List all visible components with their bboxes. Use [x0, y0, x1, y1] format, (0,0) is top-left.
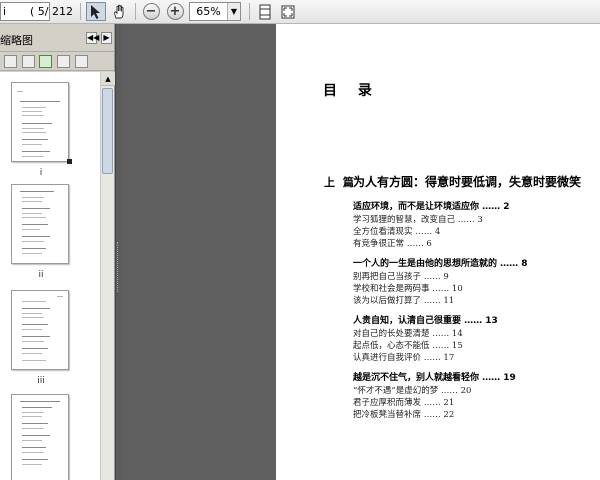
- toc-entry[interactable]: 对自己的长处要清楚 …… 14: [353, 327, 498, 339]
- toc-entry[interactable]: 学习狐狸的智慧，改变自己 …… 3: [353, 213, 510, 225]
- part-label: 上 篇: [324, 176, 356, 189]
- toolbar-separator: [249, 3, 250, 20]
- toc-entry[interactable]: “怀才不遇”是虚幻的梦 …… 20: [353, 384, 516, 396]
- thumbnail-scrollbar[interactable]: ▲: [100, 72, 115, 480]
- fit-page-button[interactable]: [255, 2, 275, 21]
- toc-entry[interactable]: 该为以后做打算了 …… 11: [353, 294, 528, 306]
- toc-section: 人贵自知，认清自己很重要 …… 13 对自己的长处要清楚 …… 14 起点低，心…: [353, 313, 498, 363]
- toc-section: 一个人的一生是由他的思想所造就的 …… 8 别再把自己当孩子 …… 9 学校和社…: [353, 256, 528, 306]
- zoom-select[interactable]: 65% ▼: [189, 2, 241, 21]
- fullscreen-icon: [281, 5, 295, 18]
- toc-section-title[interactable]: 人贵自知，认清自己很重要 …… 13: [353, 313, 498, 327]
- page-thumbnail[interactable]: [11, 394, 69, 480]
- scroll-up-icon[interactable]: ▲: [101, 72, 115, 86]
- toc-entry[interactable]: 把冷板凳当替补席 …… 22: [353, 408, 516, 420]
- print-page-icon[interactable]: [57, 55, 70, 68]
- toc-entry[interactable]: 学校和社会是两码事 …… 10: [353, 282, 528, 294]
- page-thumbnail[interactable]: [11, 290, 69, 370]
- page-thumbnail[interactable]: [11, 82, 69, 162]
- thumbnail-label: iii: [37, 376, 45, 386]
- toc-entry[interactable]: 认真进行自我评价 …… 17: [353, 351, 498, 363]
- thumbnail-options-icon[interactable]: [4, 55, 17, 68]
- thumbnail-list: i ii iii: [0, 72, 100, 480]
- toc-section: 适应环境，而不是让环境适应你 …… 2 学习狐狸的智慧，改变自己 …… 3 全方…: [353, 199, 510, 249]
- fullscreen-button[interactable]: [278, 2, 298, 21]
- page-number-value: i: [3, 5, 7, 18]
- hand-tool-button[interactable]: [110, 2, 130, 21]
- toc-entry[interactable]: 全方位看清现实 …… 4: [353, 225, 510, 237]
- toolbar-separator: [135, 3, 136, 20]
- scrollbar-thumb[interactable]: [102, 88, 113, 174]
- sidebar-collapse-button[interactable]: ◀◀: [86, 32, 99, 44]
- delete-page-icon[interactable]: [22, 55, 35, 68]
- part-title: 为人有方圆：得意时要低调，失意时要微笑: [353, 175, 582, 189]
- page-thumbnail[interactable]: [11, 184, 69, 264]
- toc-entry[interactable]: 别再把自己当孩子 …… 9: [353, 270, 528, 282]
- chevron-down-icon[interactable]: ▼: [227, 3, 240, 20]
- zoom-out-icon: −: [142, 3, 160, 20]
- toc-entry[interactable]: 起点低，心态不能低 …… 15: [353, 339, 498, 351]
- sidebar-toolbar: [0, 51, 115, 71]
- toolbar-separator: [80, 3, 81, 20]
- splitter-grip-icon: [117, 242, 120, 292]
- toc-section-title[interactable]: 一个人的一生是由他的思想所造就的 …… 8: [353, 256, 528, 270]
- toc-heading: 目 录: [323, 83, 380, 99]
- thumbnail-label: i: [39, 168, 43, 178]
- rotate-page-icon[interactable]: [39, 55, 52, 68]
- toc-entry[interactable]: 有竞争很正常 …… 6: [353, 237, 510, 249]
- zoom-out-button[interactable]: −: [141, 2, 161, 21]
- thumbnail-label: ii: [38, 270, 44, 280]
- page-count-label: ( 5/ 212 ): [30, 5, 73, 37]
- thumbnail-sidebar: 缩略图 ◀◀ ▶ i ii iii ▲: [0, 24, 115, 480]
- page-properties-icon[interactable]: [75, 55, 88, 68]
- toc-entry[interactable]: 君子应厚积而薄发 …… 21: [353, 396, 516, 408]
- sidebar-next-button[interactable]: ▶: [101, 32, 112, 44]
- select-tool-icon: [91, 4, 100, 19]
- zoom-in-button[interactable]: +: [165, 2, 185, 21]
- zoom-value: 65%: [196, 5, 221, 18]
- toc-section-title[interactable]: 越是沉不住气，别人就越看轻你 …… 19: [353, 370, 516, 384]
- toolbar: i ( 5/ 212 ) − + 65% ▼: [0, 0, 600, 37]
- toc-section-title[interactable]: 适应环境，而不是让环境适应你 …… 2: [353, 199, 510, 213]
- toc-section: 越是沉不住气，别人就越看轻你 …… 19 “怀才不遇”是虚幻的梦 …… 20 君…: [353, 370, 516, 420]
- document-page: 目 录 上 篇 为人有方圆：得意时要低调，失意时要微笑 适应环境，而不是让环境适…: [276, 24, 600, 480]
- hand-tool-icon: [114, 4, 124, 18]
- select-tool-button[interactable]: [86, 2, 106, 21]
- current-page-marker: [67, 159, 72, 164]
- sidebar-header: 缩略图 ◀◀ ▶: [0, 29, 115, 49]
- zoom-in-icon: +: [166, 3, 184, 20]
- viewer-background: [121, 24, 276, 480]
- fit-page-icon: [259, 4, 271, 19]
- sidebar-title: 缩略图: [0, 34, 33, 47]
